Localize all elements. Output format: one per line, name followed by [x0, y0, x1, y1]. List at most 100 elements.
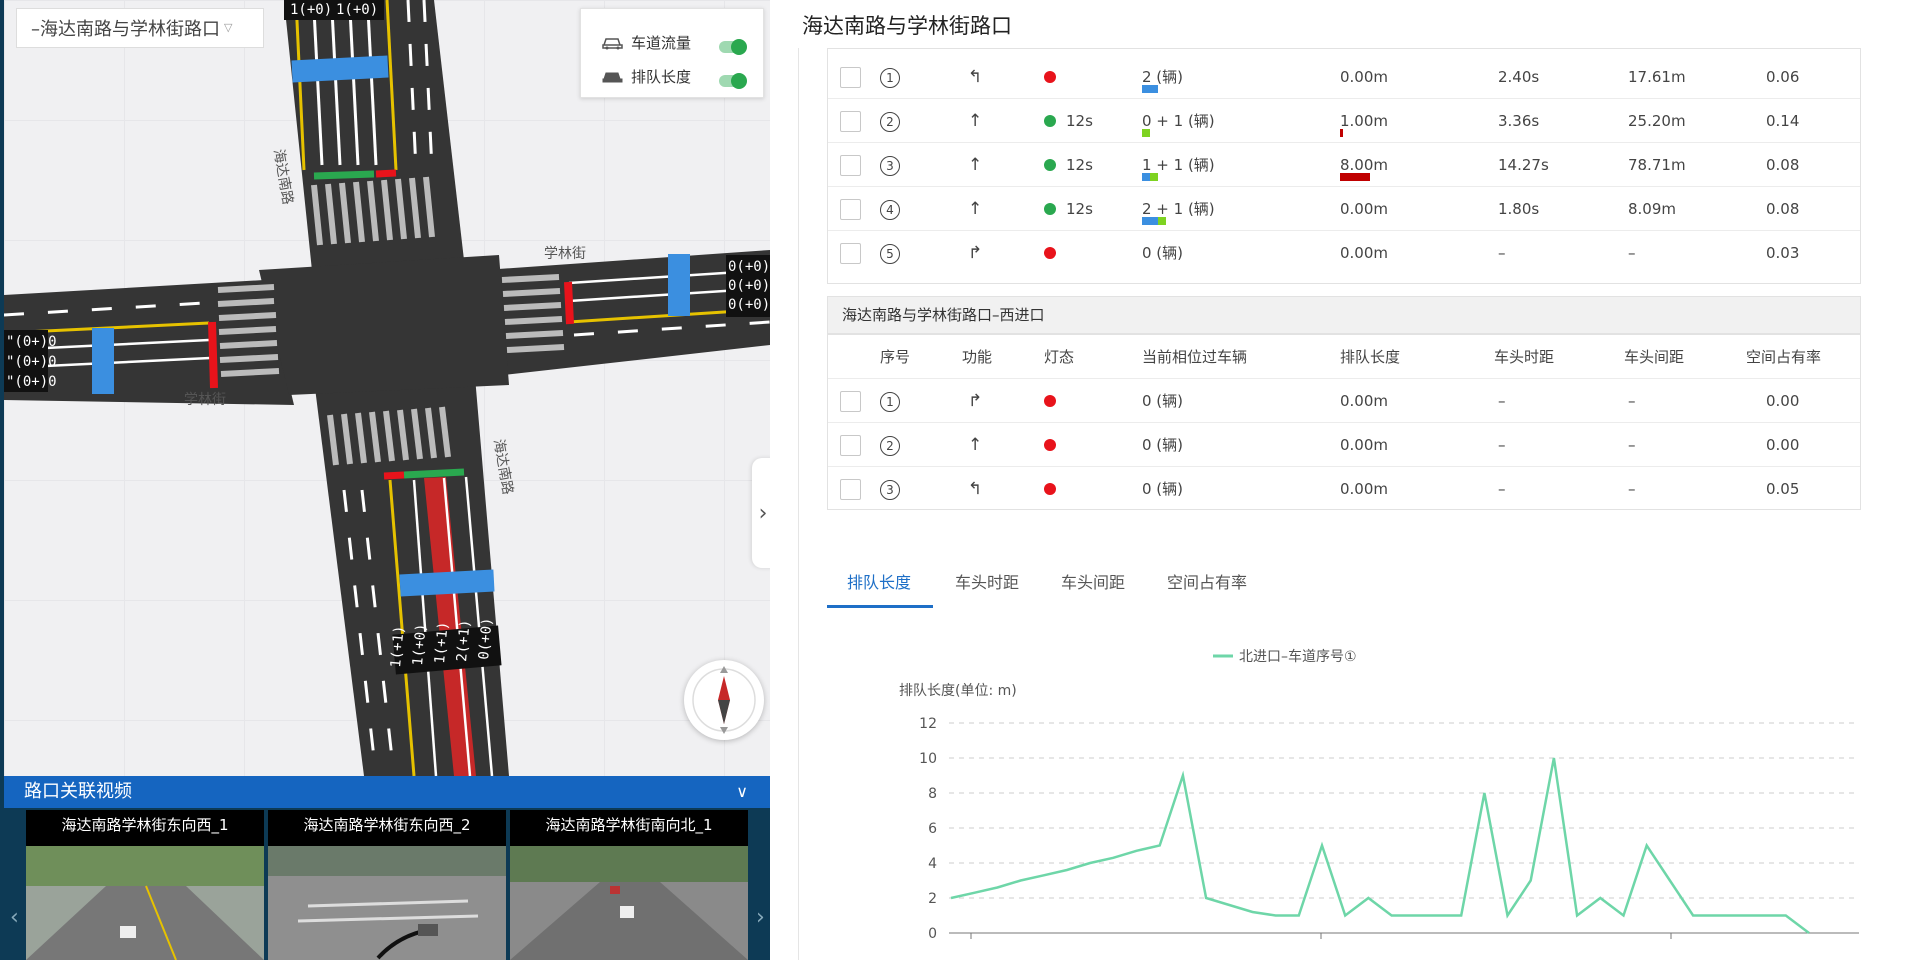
signal-state	[1044, 467, 1066, 511]
row-checkbox[interactable]	[840, 391, 861, 412]
queue-length: 8.00m	[1340, 143, 1388, 187]
phase-vehicle-count: 0 (辆)	[1142, 231, 1183, 275]
phase-vehicle-count-text: 1 + 1 (辆)	[1142, 156, 1215, 174]
row-checkbox[interactable]	[840, 67, 861, 88]
vehicle-bar-segment	[1142, 85, 1158, 93]
queue-length-text: 0.00m	[1340, 480, 1389, 498]
col-header-occupancy: 空间占有率	[1746, 348, 1822, 366]
headway-distance: 17.61m	[1628, 68, 1686, 86]
straight-arrow-icon: ↑	[968, 111, 983, 131]
space-occupancy: 0.05	[1766, 480, 1800, 498]
row-checkbox[interactable]	[840, 155, 861, 176]
lane-number: 4	[880, 187, 900, 231]
signal-countdown: 12s	[1066, 200, 1093, 218]
table-row[interactable]: 1 ↰ 2 (辆) 0.00m 2.40s 17.61m 0.06	[828, 55, 1860, 99]
row-checkbox[interactable]	[840, 435, 861, 456]
video-panel-header[interactable]: 路口关联视频 ∨	[4, 776, 770, 808]
vehicle-count-bar	[1142, 173, 1158, 181]
queue-length: 0.00m	[1340, 231, 1388, 275]
detail-scroll-area[interactable]: 1 ↰ 2 (辆) 0.00m 2.40s 17.61m 0.06 2 ↑ 12s 0 + 1 (辆…	[798, 48, 1886, 960]
video-next-icon[interactable]: ›	[756, 905, 765, 930]
col-header-no: 序号	[880, 348, 911, 366]
chevron-down-icon[interactable]: ∨	[736, 776, 748, 808]
y-tick-label: 0	[928, 926, 937, 942]
phase-vehicle-count: 0 (辆)	[1142, 379, 1183, 423]
turn-left-arrow-icon: ↰	[968, 67, 983, 87]
compass-icon[interactable]	[684, 660, 764, 740]
west-approach-table: 序号 功能 灯态 当前相位过车辆 排队长度 车头时距 车头间距 空间占有率 1 ↱…	[827, 334, 1861, 510]
table-row[interactable]: 5 ↱ 0 (辆) 0.00m – – 0.03	[828, 231, 1860, 275]
lane-number: 3	[880, 467, 900, 511]
tab-headway-time[interactable]: 车头时距	[955, 568, 1019, 608]
table-row[interactable]: 1 ↱ 0 (辆) 0.00m – – 0.00	[828, 379, 1860, 423]
queue-length-bar	[1340, 173, 1370, 181]
toggle-row-queue: 排队长度	[601, 65, 691, 87]
video-strip: 海达南路学林街东向西_1 海达南路学林街东向西_2 海达南路学林街南向北_1	[4, 808, 770, 960]
phase-vehicle-count: 1 + 1 (辆)	[1142, 143, 1215, 187]
collapse-panel-button[interactable]: ›	[752, 458, 770, 568]
layer-toggles: 车道流量 排队长度	[580, 8, 764, 98]
y-tick-label: 6	[928, 821, 937, 837]
turn-right-arrow-icon: ↱	[968, 391, 983, 411]
video-tile-2[interactable]: 海达南路学林街南向北_1	[510, 810, 748, 960]
video-title-2: 海达南路学林街南向北_1	[510, 810, 748, 846]
toggle-switch-queue[interactable]	[719, 73, 747, 89]
queue-length-text: 0.00m	[1340, 244, 1389, 262]
table-row[interactable]: 4 ↑ 12s 2 + 1 (辆) 0.00m 1.80s 8.09m 0.08	[828, 187, 1860, 231]
queue-length-text: 0.00m	[1340, 436, 1389, 454]
signal-state	[1044, 423, 1066, 467]
chevron-down-icon: ▽	[224, 21, 233, 34]
center-box	[259, 255, 509, 395]
lane-number-label: 2	[880, 112, 900, 132]
toggle-switch-flow[interactable]	[719, 39, 747, 55]
video-title-1: 海达南路学林街东向西_2	[268, 810, 506, 846]
phase-vehicle-count: 0 (辆)	[1142, 467, 1183, 511]
toggle-label-flow: 车道流量	[631, 33, 692, 52]
map-panel[interactable]: 1(+0) 1(+0) 海达南路 "(0+)0 "(0+)0 "(0+)0 学林…	[4, 0, 770, 960]
lane-number: 2	[880, 423, 900, 467]
tab-headway-distance[interactable]: 车头间距	[1061, 568, 1125, 608]
road-label-south: 海达南路	[490, 438, 515, 496]
north-count-1: 1(+0)	[336, 2, 378, 18]
headway-distance: –	[1628, 480, 1636, 498]
phase-vehicle-count-text: 0 (辆)	[1142, 436, 1184, 454]
video-tile-1[interactable]: 海达南路学林街东向西_2	[268, 810, 506, 960]
headway-distance: 25.20m	[1628, 112, 1686, 130]
table-row[interactable]: 3 ↑ 12s 1 + 1 (辆) 8.00m 14.27s 78.71m 0.08	[828, 143, 1860, 187]
row-checkbox[interactable]	[840, 199, 861, 220]
signal-dot-icon	[1044, 439, 1056, 451]
row-checkbox[interactable]	[840, 479, 861, 500]
row-checkbox[interactable]	[840, 111, 861, 132]
table-row[interactable]: 2 ↑ 12s 0 + 1 (辆) 1.00m 3.36s 25.20m 0.14	[828, 99, 1860, 143]
row-checkbox[interactable]	[840, 243, 861, 264]
queue-length-bar	[1340, 129, 1343, 137]
queue-bar-segment	[1340, 173, 1370, 181]
west-approach-header: 海达南路与学林街路口–西进口	[827, 296, 1861, 334]
space-occupancy: 0.00	[1766, 436, 1800, 454]
headway-time: 1.80s	[1498, 200, 1540, 218]
signal-countdown: 12s	[1066, 156, 1093, 174]
tab-queue-length[interactable]: 排队长度	[827, 568, 933, 608]
road-label-north: 海达南路	[270, 148, 295, 206]
queue-length: 1.00m	[1340, 99, 1388, 143]
headway-distance: 78.71m	[1628, 156, 1686, 174]
queue-length: 0.00m	[1340, 467, 1388, 511]
intersection-map[interactable]: 1(+0) 1(+0) 海达南路 "(0+)0 "(0+)0 "(0+)0 学林…	[4, 0, 770, 776]
table-row[interactable]: 3 ↰ 0 (辆) 0.00m – – 0.05	[828, 467, 1860, 511]
east-count-2: 0(+0)	[728, 297, 770, 313]
video-prev-icon[interactable]: ‹	[10, 905, 19, 930]
y-tick-label: 8	[928, 786, 937, 802]
lane-number: 2	[880, 99, 900, 143]
intersection-select[interactable]: –海达南路与学林街路口 ▽	[16, 8, 264, 48]
queue-length-text: 0.00m	[1340, 392, 1389, 410]
road-label-east: 学林街	[544, 246, 586, 262]
queue-length-chart[interactable]: 北进口–车道序号① 排队长度(单位: m) 0 2 4 6 8 10 12	[839, 628, 1879, 960]
signal-dot-icon	[1044, 159, 1056, 171]
tab-occupancy[interactable]: 空间占有率	[1167, 568, 1247, 608]
queue-bar-segment	[1340, 129, 1343, 137]
headway-distance: 8.09m	[1628, 200, 1677, 218]
vehicle-count-bar	[1142, 85, 1158, 93]
video-tile-0[interactable]: 海达南路学林街东向西_1	[26, 810, 264, 960]
queue-length: 0.00m	[1340, 55, 1388, 99]
table-row[interactable]: 2 ↑ 0 (辆) 0.00m – – 0.00	[828, 423, 1860, 467]
